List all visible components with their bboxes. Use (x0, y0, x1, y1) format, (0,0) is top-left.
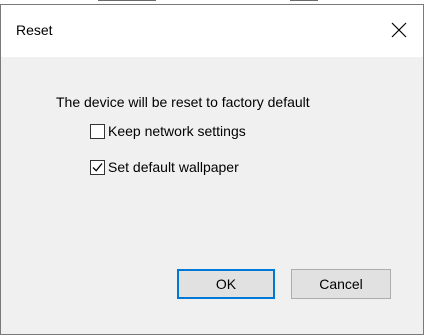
cancel-button[interactable]: Cancel (291, 269, 391, 299)
keep-network-settings-option[interactable]: Keep network settings (90, 122, 246, 140)
close-button[interactable] (377, 5, 423, 57)
keep-network-settings-checkbox[interactable] (90, 123, 105, 139)
set-default-wallpaper-checkbox[interactable] (90, 159, 105, 175)
dialog-title: Reset (16, 22, 53, 38)
ok-button[interactable]: OK (177, 269, 275, 299)
dialog-titlebar: Reset (1, 5, 423, 57)
reset-dialog: Reset The device will be reset to factor… (0, 4, 424, 335)
keep-network-settings-label: Keep network settings (108, 123, 246, 139)
checkmark-icon (92, 162, 103, 172)
set-default-wallpaper-label: Set default wallpaper (108, 159, 239, 175)
reset-message: The device will be reset to factory defa… (56, 94, 310, 110)
set-default-wallpaper-option[interactable]: Set default wallpaper (90, 158, 239, 176)
close-icon (391, 22, 407, 38)
